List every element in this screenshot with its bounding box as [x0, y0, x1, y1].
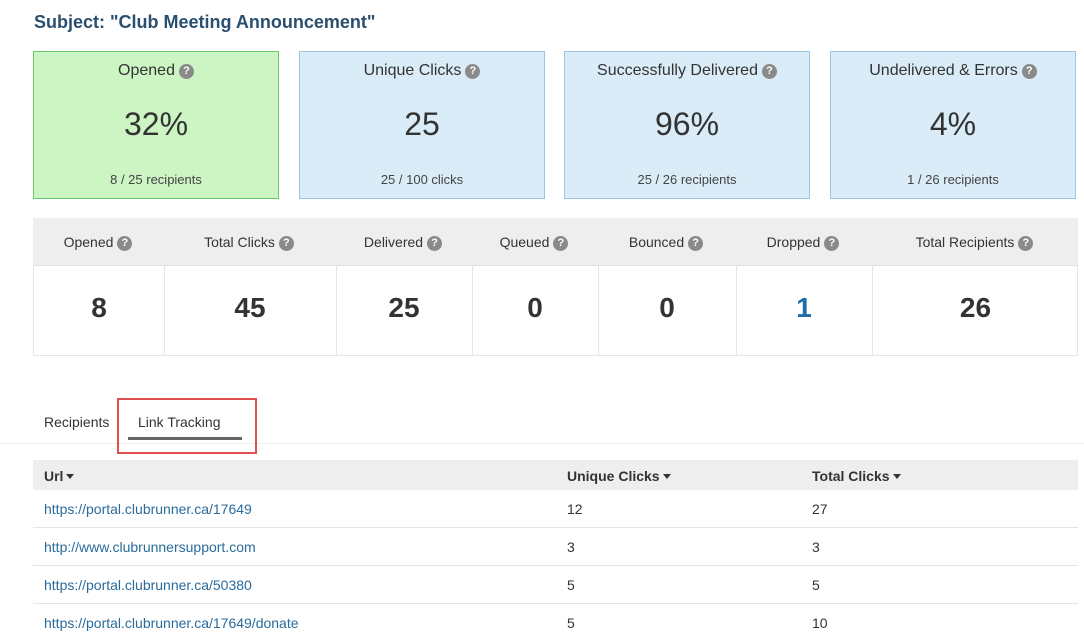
unique-clicks-card: Unique Clicks? 25 25 / 100 clicks	[299, 51, 545, 199]
unique-clicks-card-value: 25	[404, 106, 440, 142]
unique-clicks-cell: 5	[567, 615, 575, 631]
stat-value-bounced: 0	[659, 292, 675, 323]
stat-value-opened: 8	[91, 292, 107, 323]
stats-values: 8 45 25 0 0 1 26	[33, 266, 1078, 356]
highlight-annotation-box	[117, 398, 257, 454]
help-icon[interactable]: ?	[1018, 236, 1034, 251]
column-header-unique-clicks[interactable]: Unique Clicks	[567, 468, 671, 484]
total-clicks-cell: 3	[812, 539, 820, 555]
help-icon[interactable]: ?	[427, 236, 443, 251]
stat-label-total-clicks: Total Clicks?	[163, 234, 335, 251]
table-row: https://portal.clubrunner.ca/17649/donat…	[33, 604, 1078, 636]
stat-value-dropped[interactable]: 1	[736, 292, 872, 324]
help-icon[interactable]: ?	[178, 64, 194, 79]
stat-value-delivered: 25	[388, 292, 420, 323]
stat-label-opened: Opened?	[33, 234, 163, 251]
url-link[interactable]: https://portal.clubrunner.ca/17649	[44, 501, 252, 517]
stat-label-total-recipients: Total Recipients?	[871, 234, 1078, 251]
unique-clicks-cell: 3	[567, 539, 575, 555]
delivered-card-value: 96%	[654, 106, 720, 142]
stat-label-delivered: Delivered?	[335, 234, 471, 251]
stats-table: Opened? Total Clicks? Delivered? Queued?…	[33, 218, 1078, 356]
unique-clicks-card-sub: 25 / 100 clicks	[380, 172, 464, 187]
help-icon[interactable]: ?	[824, 236, 840, 251]
unique-clicks-card-title: Unique Clicks?	[300, 62, 544, 80]
stat-label-bounced: Bounced?	[597, 234, 735, 251]
table-row: https://portal.clubrunner.ca/17649 12 27	[33, 490, 1078, 528]
unique-clicks-cell: 5	[567, 577, 575, 593]
stat-value-total-recipients: 26	[959, 292, 992, 323]
help-icon[interactable]: ?	[1021, 64, 1037, 79]
url-link[interactable]: https://portal.clubrunner.ca/17649/donat…	[44, 615, 299, 631]
table-header: Url Unique Clicks Total Clicks	[33, 460, 1078, 490]
stat-value-queued: 0	[527, 292, 543, 323]
undelivered-card-sub: 1 / 26 recipients	[907, 172, 999, 187]
opened-card-value: 32%	[123, 106, 189, 142]
total-clicks-cell: 10	[812, 615, 828, 631]
undelivered-card-title: Undelivered & Errors?	[831, 62, 1075, 80]
unique-clicks-cell: 12	[567, 501, 583, 517]
opened-card-title: Opened?	[34, 62, 278, 80]
stats-header: Opened? Total Clicks? Delivered? Queued?…	[33, 218, 1078, 266]
help-icon[interactable]: ?	[761, 64, 777, 79]
sort-caret-icon	[892, 474, 901, 479]
total-clicks-cell: 5	[812, 577, 820, 593]
table-row: http://www.clubrunnersupport.com 3 3	[33, 528, 1078, 566]
sort-caret-icon	[66, 474, 75, 479]
link-tracking-table: Url Unique Clicks Total Clicks https://p…	[33, 460, 1078, 636]
total-clicks-cell: 27	[812, 501, 828, 517]
stat-value-total-clicks: 45	[234, 292, 266, 323]
opened-card: Opened? 32% 8 / 25 recipients	[33, 51, 279, 199]
column-header-total-clicks[interactable]: Total Clicks	[812, 468, 901, 484]
column-header-url[interactable]: Url	[44, 468, 75, 484]
help-icon[interactable]: ?	[553, 236, 569, 251]
help-icon[interactable]: ?	[278, 236, 294, 251]
undelivered-card-value: 4%	[929, 106, 977, 142]
summary-cards: Opened? 32% 8 / 25 recipients Unique Cli…	[33, 51, 1078, 199]
help-icon[interactable]: ?	[688, 236, 704, 251]
url-link[interactable]: http://www.clubrunnersupport.com	[44, 539, 256, 555]
undelivered-card: Undelivered & Errors? 4% 1 / 26 recipien…	[830, 51, 1076, 199]
opened-card-sub: 8 / 25 recipients	[110, 172, 202, 187]
tab-recipients[interactable]: Recipients	[44, 414, 109, 430]
delivered-card-sub: 25 / 26 recipients	[637, 172, 737, 187]
stat-label-queued: Queued?	[471, 234, 597, 251]
help-icon[interactable]: ?	[465, 64, 481, 79]
email-subject: Subject: "Club Meeting Announcement"	[34, 12, 376, 32]
report-tabs: Recipients Link Tracking	[0, 398, 1084, 454]
help-icon[interactable]: ?	[117, 236, 133, 251]
table-row: https://portal.clubrunner.ca/50380 5 5	[33, 566, 1078, 604]
delivered-card: Successfully Delivered? 96% 25 / 26 reci…	[564, 51, 810, 199]
delivered-card-title: Successfully Delivered?	[565, 62, 809, 80]
stat-label-dropped: Dropped?	[735, 234, 871, 251]
sort-caret-icon	[662, 474, 671, 479]
url-link[interactable]: https://portal.clubrunner.ca/50380	[44, 577, 252, 593]
